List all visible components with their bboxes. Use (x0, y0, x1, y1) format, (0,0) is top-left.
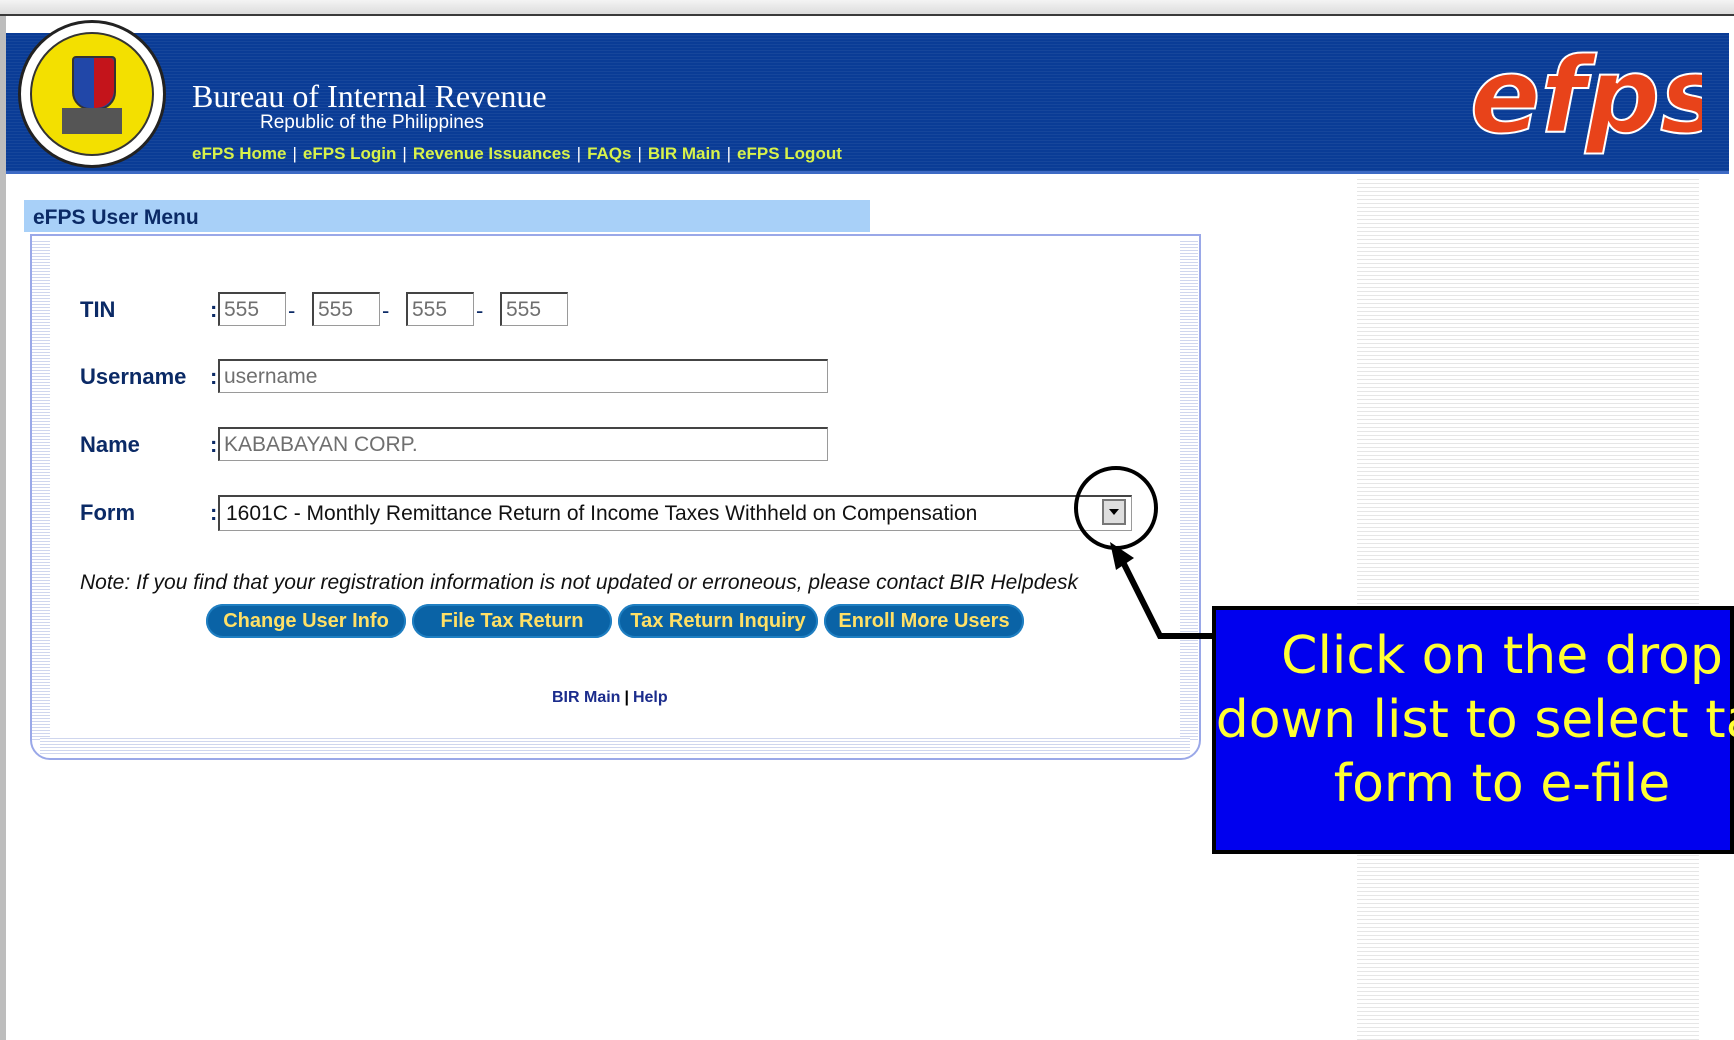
name-colon: : (210, 432, 218, 457)
footer-bir-main-link[interactable]: BIR Main (552, 689, 620, 706)
name-field[interactable]: KABABAYAN CORP. (218, 427, 828, 461)
panel-bottom-border (40, 738, 1190, 754)
panel-right-border (1180, 240, 1198, 740)
top-nav: eFPS Home | eFPS Login | Revenue Issuances | F… (192, 144, 842, 163)
nav-revenue-issuances[interactable]: Revenue Issuances (413, 144, 571, 163)
nav-efps-login[interactable]: eFPS Login (303, 144, 397, 163)
bir-seal-shield-icon (72, 56, 116, 110)
site-subtitle: Republic of the Philippines (260, 112, 484, 133)
callout-clip: Click on the drop down list to select ta… (1212, 606, 1734, 854)
tin-field-4[interactable]: 555 (500, 292, 568, 326)
username-field[interactable]: username (218, 359, 828, 393)
tin-label: TIN (80, 297, 116, 322)
footer-links: BIR Main | Help (552, 689, 668, 706)
change-user-info-button[interactable]: Change User Info (206, 604, 406, 638)
enroll-more-users-button[interactable]: Enroll More Users (824, 604, 1024, 638)
registration-note: Note: If you find that your registration… (80, 571, 1079, 594)
efps-logo: efps (1469, 48, 1702, 158)
tin-colon: : (210, 297, 218, 322)
site-title: Bureau of Internal Revenue (192, 78, 547, 114)
panel-left-border (32, 240, 50, 740)
tin-field-1[interactable]: 555 (218, 292, 286, 326)
nav-faqs[interactable]: FAQs (587, 144, 631, 163)
form-label: Form (80, 500, 135, 525)
efps-logo-text: efps (1470, 48, 1702, 157)
callout-text: Click on the drop down list to select ta… (1215, 626, 1734, 814)
file-tax-return-button[interactable]: File Tax Return (412, 604, 612, 638)
menu-title: eFPS User Menu (33, 206, 199, 229)
nav-bir-main[interactable]: BIR Main (648, 144, 721, 163)
tax-return-inquiry-button[interactable]: Tax Return Inquiry (618, 604, 818, 638)
window-top-strip (0, 0, 1734, 16)
form-select[interactable]: 1601C - Monthly Remittance Return of Inc… (218, 495, 1132, 531)
username-colon: : (210, 364, 218, 389)
nav-efps-home[interactable]: eFPS Home (192, 144, 286, 163)
bir-seal-building-icon (62, 108, 122, 134)
tin-field-2[interactable]: 555 (312, 292, 380, 326)
tin-dash-3: - (476, 298, 484, 323)
footer-help-link[interactable]: Help (633, 689, 668, 706)
form-colon: : (210, 500, 218, 525)
name-label: Name (80, 432, 140, 457)
highlight-circle (1074, 466, 1158, 550)
tin-dash-2: - (382, 298, 390, 323)
tin-field-3[interactable]: 555 (406, 292, 474, 326)
pointer-arrow (1110, 542, 1212, 639)
username-label: Username (80, 364, 187, 389)
nav-efps-logout[interactable]: eFPS Logout (737, 144, 842, 163)
tin-dash-1: - (288, 298, 296, 323)
